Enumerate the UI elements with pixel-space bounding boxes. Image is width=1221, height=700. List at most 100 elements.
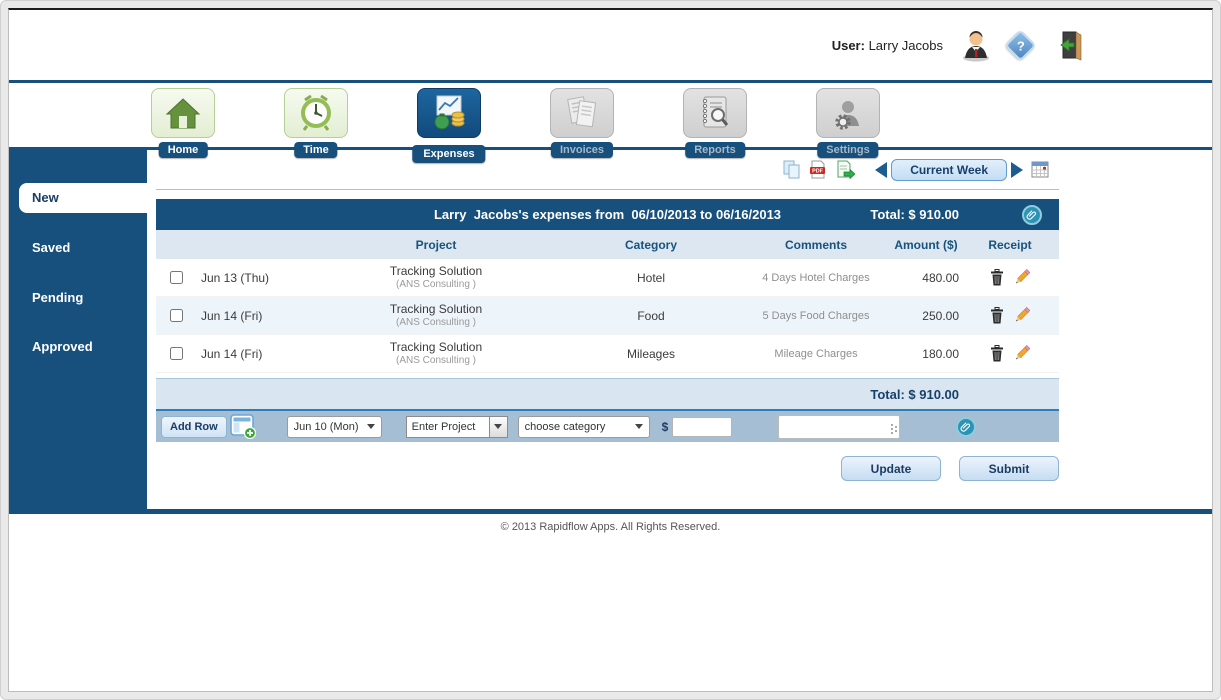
sidebar-item-pending[interactable]: Pending (32, 290, 83, 305)
expense-period-title: Larry Jacobs's expenses from 06/10/2013 … (433, 207, 782, 222)
svg-text:PDF: PDF (812, 168, 823, 174)
tab-time-label: Time (294, 142, 338, 158)
app-panel: User: Larry Jacobs ? Home Time Expenses … (8, 8, 1213, 692)
row-checkbox[interactable] (169, 347, 183, 360)
tab-reports[interactable]: Reports (683, 83, 747, 158)
tab-expenses-label: Expenses (412, 145, 486, 163)
date-select[interactable]: Jun 10 (Mon) (286, 415, 382, 438)
invoices-icon (550, 88, 614, 138)
tab-home-label: Home (158, 142, 208, 158)
row-category: Hotel (636, 270, 665, 285)
amount-input[interactable] (672, 416, 733, 437)
attachment-icon[interactable] (1022, 204, 1042, 225)
tab-time[interactable]: Time (284, 83, 348, 158)
user-avatar-icon[interactable] (959, 28, 993, 62)
delete-row-icon[interactable] (990, 345, 1004, 362)
column-project: Project (415, 237, 457, 252)
tab-home[interactable]: Home (151, 83, 215, 158)
row-project: Tracking Solution (ANS Consulting ) (389, 301, 483, 328)
logout-door-icon[interactable] (1048, 29, 1082, 61)
current-week-button[interactable]: Current Week (891, 158, 1007, 181)
column-category: Category (624, 237, 677, 252)
column-receipt: Receipt (988, 237, 1032, 252)
add-row-table-icon[interactable] (229, 414, 257, 439)
table-total: Total: $ 910.00 (870, 386, 959, 402)
previous-week-arrow[interactable] (875, 161, 888, 178)
edit-row-icon[interactable] (1013, 307, 1030, 324)
chevron-down-icon (494, 424, 503, 429)
add-attachment-icon[interactable] (956, 416, 977, 437)
row-checkbox[interactable] (169, 309, 183, 322)
expense-summary-bar: Larry Jacobs's expenses from 06/10/2013 … (156, 199, 1059, 230)
table-header-row: Project Category Comments Amount ($) Rec… (156, 230, 1059, 259)
topbar: User: Larry Jacobs ? (9, 10, 1212, 80)
tab-settings[interactable]: Settings (816, 83, 880, 158)
delete-row-icon[interactable] (990, 307, 1004, 324)
edit-row-icon[interactable] (1013, 269, 1030, 286)
row-comments: 5 Days Food Charges (762, 309, 870, 322)
tab-reports-label: Reports (685, 142, 745, 158)
project-combobox (405, 415, 508, 438)
row-date: Jun 13 (Thu) (201, 270, 270, 285)
resize-handle[interactable] (891, 423, 894, 426)
expense-row: Jun 14 (Fri) Tracking Solution (ANS Cons… (156, 297, 1059, 335)
row-checkbox[interactable] (169, 271, 183, 284)
home-icon (151, 88, 215, 138)
expense-row: Jun 13 (Thu) Tracking Solution (ANS Cons… (156, 259, 1059, 297)
expense-total-header: Total: $ 910.00 (870, 207, 959, 222)
column-amount: Amount ($) (894, 237, 958, 252)
tab-expenses[interactable]: Expenses (412, 83, 486, 163)
user-name: Larry Jacobs (868, 37, 943, 53)
row-category: Mileages (626, 346, 676, 361)
project-input[interactable] (406, 416, 489, 437)
sidebar: New Saved Pending Approved (9, 150, 147, 509)
table-total-row: Total: $ 910.00 (156, 378, 1059, 411)
expense-row: Jun 14 (Fri) Tracking Solution (ANS Cons… (156, 335, 1059, 373)
chevron-down-icon (366, 424, 375, 429)
window-frame: User: Larry Jacobs ? Home Time Expenses … (0, 0, 1221, 700)
copyright-text: © 2013 Rapidflow Apps. All Rights Reserv… (500, 521, 721, 533)
footer: © 2013 Rapidflow Apps. All Rights Reserv… (9, 514, 1212, 533)
calendar-icon[interactable] (1031, 161, 1049, 178)
row-comments: 4 Days Hotel Charges (762, 271, 870, 284)
sidebar-item-saved[interactable]: Saved (32, 240, 70, 255)
submit-button[interactable]: Submit (959, 456, 1059, 481)
tab-invoices-label: Invoices (550, 142, 614, 158)
tab-invoices[interactable]: Invoices (550, 83, 614, 158)
project-dropdown-button[interactable] (488, 416, 507, 437)
update-button[interactable]: Update (841, 456, 941, 481)
user-label: User: (831, 37, 865, 53)
row-amount: 180.00 (922, 346, 959, 361)
user-text: User: Larry Jacobs (832, 38, 943, 53)
edit-row-icon[interactable] (1013, 345, 1030, 362)
next-week-arrow[interactable] (1011, 161, 1023, 178)
currency-symbol: $ (661, 419, 669, 434)
comment-textarea[interactable] (778, 414, 901, 439)
row-date: Jun 14 (Fri) (201, 346, 263, 361)
pdf-export-icon[interactable]: PDF (809, 160, 827, 179)
row-comments: Mileage Charges (774, 347, 858, 360)
row-project: Tracking Solution (ANS Consulting ) (389, 263, 483, 290)
row-project: Tracking Solution (ANS Consulting ) (389, 339, 483, 366)
tab-settings-label: Settings (817, 142, 879, 158)
content: PDF Current Week Larry Jacobs's expenses… (147, 150, 1212, 509)
expenses-icon (417, 88, 481, 138)
category-select[interactable]: choose category (517, 415, 650, 438)
row-date: Jun 14 (Fri) (201, 308, 263, 323)
column-comments: Comments (784, 237, 847, 252)
delete-row-icon[interactable] (990, 269, 1004, 286)
settings-icon (816, 88, 880, 138)
sidebar-item-approved[interactable]: Approved (32, 339, 93, 354)
chevron-down-icon (634, 424, 643, 429)
sidebar-item-new[interactable]: New (19, 183, 147, 213)
help-icon[interactable]: ? (1004, 28, 1037, 62)
row-amount: 250.00 (922, 308, 959, 323)
user-area: User: Larry Jacobs ? (832, 10, 1082, 80)
add-row-button[interactable]: Add Row (161, 415, 227, 438)
copy-icon[interactable] (782, 160, 801, 179)
excel-export-icon[interactable] (835, 160, 856, 179)
action-buttons: Update Submit (156, 456, 1059, 481)
expense-table: Larry Jacobs's expenses from 06/10/2013 … (156, 199, 1059, 442)
time-icon (284, 88, 348, 138)
main-nav: Home Time Expenses Invoices Reports Sett… (9, 83, 1212, 163)
